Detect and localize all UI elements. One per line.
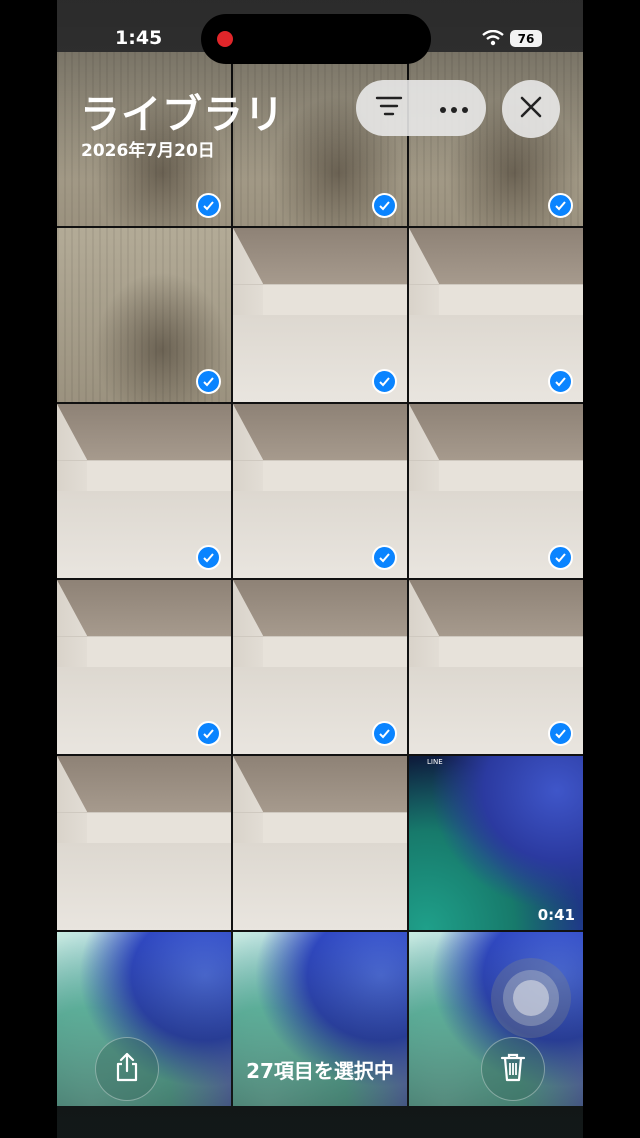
date-subtitle: 2026年7月20日	[81, 141, 215, 161]
selected-check-icon	[548, 721, 573, 746]
line-app-label: LINE	[427, 758, 443, 766]
trash-icon	[500, 1052, 526, 1086]
page-title: ライブラリ	[80, 92, 285, 138]
selected-check-icon	[196, 721, 221, 746]
selected-check-icon	[196, 369, 221, 394]
selected-check-icon	[196, 545, 221, 570]
selected-check-icon	[372, 369, 397, 394]
video-duration: 0:41	[537, 906, 575, 924]
photo-thumbnail[interactable]	[233, 580, 407, 754]
photo-thumbnail[interactable]	[57, 756, 231, 930]
photo-thumbnail[interactable]	[233, 228, 407, 402]
photo-thumbnail[interactable]	[409, 52, 583, 226]
recording-dot-icon	[217, 31, 233, 47]
video-thumbnail[interactable]: LINE 0:41	[409, 756, 583, 930]
delete-button[interactable]	[481, 1037, 545, 1101]
sort-button[interactable]	[356, 80, 421, 136]
photo-thumbnail[interactable]	[57, 580, 231, 754]
more-icon	[439, 99, 469, 118]
dynamic-island	[201, 14, 431, 64]
selected-check-icon	[548, 369, 573, 394]
selected-check-icon	[196, 193, 221, 218]
selected-check-icon	[372, 721, 397, 746]
selected-check-icon	[372, 545, 397, 570]
status-time: 1:45	[115, 27, 163, 49]
photo-thumbnail[interactable]	[409, 404, 583, 578]
photo-thumbnail[interactable]	[409, 228, 583, 402]
sort-icon	[375, 95, 403, 121]
close-button[interactable]	[502, 80, 560, 138]
selected-check-icon	[548, 545, 573, 570]
close-icon	[519, 95, 543, 123]
selected-check-icon	[548, 193, 573, 218]
battery-indicator: 76	[510, 30, 542, 47]
photo-thumbnail[interactable]	[233, 404, 407, 578]
assistive-touch-button[interactable]	[491, 958, 571, 1038]
photo-library-screen: LINE 0:41 ライブラリ 2026年7月20日 27項目を選択中 1:45…	[57, 0, 583, 1138]
photo-thumbnail[interactable]	[57, 228, 231, 402]
photo-thumbnail[interactable]	[233, 756, 407, 930]
toolbar-pill	[356, 80, 486, 136]
wifi-icon	[482, 29, 504, 50]
photo-thumbnail[interactable]	[409, 580, 583, 754]
more-button[interactable]	[421, 80, 486, 136]
photo-thumbnail[interactable]	[57, 404, 231, 578]
selected-check-icon	[372, 193, 397, 218]
